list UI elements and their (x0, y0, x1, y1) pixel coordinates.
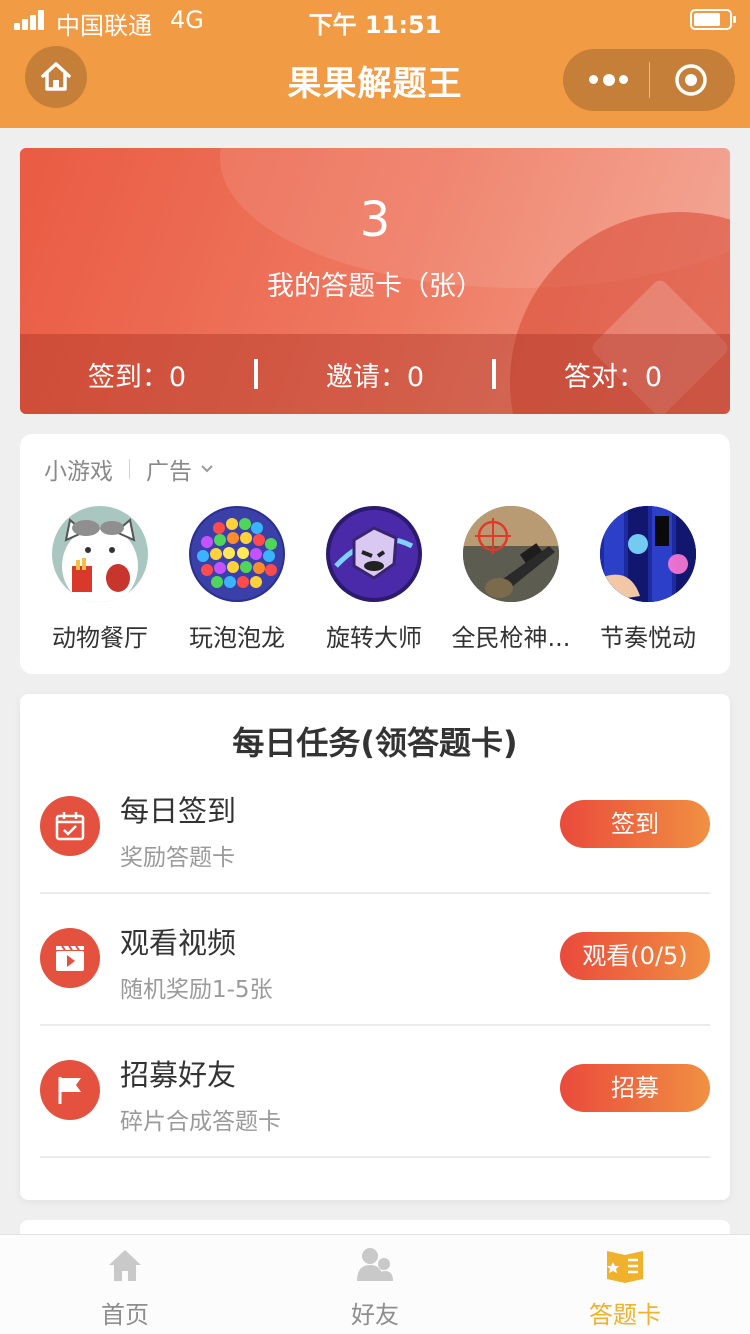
tab-friends[interactable]: 好友 (250, 1235, 500, 1334)
battery-icon (690, 9, 736, 30)
tab-label: 好友 (351, 1301, 399, 1329)
home-icon (109, 1250, 141, 1281)
game-item[interactable]: 玩泡泡龙 (172, 506, 302, 653)
target-icon[interactable] (674, 63, 708, 97)
video-icon (56, 945, 84, 971)
games-header: 小游戏 广告 (44, 452, 214, 486)
task-title: 观看视频 (120, 926, 237, 960)
daily-tasks-panel: 每日任务(领答题卡) 每日签到 奖励答题卡 签到 观看视频 随机奖励1-5张 观… (20, 694, 730, 1200)
game-name: 节奏悦动 (600, 624, 696, 652)
game-avatar-bubble-dragon (189, 506, 285, 602)
checkin-button[interactable]: 签到 (560, 800, 710, 848)
tab-label: 答题卡 (589, 1301, 661, 1329)
flag-icon (58, 1077, 81, 1104)
header-divider (129, 459, 130, 479)
tab-ads[interactable]: 广告 (146, 452, 192, 486)
game-item[interactable]: 全民枪神... (446, 506, 576, 653)
watch-video-button[interactable]: 观看(0/5) (560, 932, 710, 980)
task-row: 每日签到 奖励答题卡 签到 (40, 762, 710, 894)
chevron-down-icon[interactable] (200, 462, 214, 476)
game-name: 玩泡泡龙 (189, 624, 285, 652)
task-description: 奖励答题卡 (120, 845, 235, 871)
capsule-divider (649, 62, 650, 98)
friends-icon (357, 1248, 393, 1281)
task-icon-badge (40, 928, 100, 988)
task-icon-badge (40, 796, 100, 856)
game-name: 全民枪神... (451, 624, 571, 652)
daily-tasks-title: 每日任务(领答题卡) (232, 724, 518, 762)
tab-bar: 首页 好友 答题卡 (0, 1234, 750, 1334)
mini-games-panel: 小游戏 广告 动物餐厅 玩泡泡龙 旋转大师 全民枪神... 节奏悦动 (20, 434, 730, 674)
game-item[interactable]: 节奏悦动 (583, 506, 713, 653)
card-count: 3 (359, 192, 391, 248)
card-count-label: 我的答题卡（张） (267, 271, 483, 302)
more-icon[interactable] (589, 49, 649, 111)
game-name: 旋转大师 (326, 624, 422, 652)
stat-invite: 邀请：0 (325, 361, 425, 393)
game-avatar-gun-god (463, 506, 559, 602)
card-stats-row: 签到：0 邀请：0 答对：0 (20, 334, 730, 414)
card-book-icon (607, 1251, 643, 1283)
status-time: 下午 11:51 (308, 11, 442, 39)
recruit-button[interactable]: 招募 (560, 1064, 710, 1112)
miniprogram-capsule (563, 49, 735, 111)
task-icon-badge (40, 1060, 100, 1120)
game-name: 动物餐厅 (52, 624, 148, 652)
task-description: 碎片合成答题卡 (120, 1109, 281, 1135)
task-row: 招募好友 碎片合成答题卡 招募 (40, 1026, 710, 1158)
task-title: 每日签到 (120, 794, 237, 828)
tab-label: 首页 (101, 1301, 149, 1329)
top-bar: 中国联通 4G 下午 11:51 果果解题王 (0, 0, 750, 128)
tab-answer-card[interactable]: 答题卡 (500, 1235, 750, 1334)
stat-checkin: 签到：0 (87, 361, 187, 393)
game-item[interactable]: 动物餐厅 (35, 506, 165, 653)
task-description: 随机奖励1-5张 (120, 977, 273, 1003)
answer-card-summary: 3 我的答题卡（张） 签到：0 邀请：0 答对：0 (20, 148, 730, 414)
game-avatar-rhythm (600, 506, 696, 602)
tab-home[interactable]: 首页 (0, 1235, 250, 1334)
game-item[interactable]: 旋转大师 (309, 506, 439, 653)
status-bar: 中国联通 4G 下午 11:51 (0, 0, 750, 40)
task-row: 观看视频 随机奖励1-5张 观看(0/5) (40, 894, 710, 1026)
stat-correct: 答对：0 (563, 361, 663, 393)
game-avatar-animal-restaurant (52, 506, 148, 602)
task-title: 招募好友 (120, 1058, 237, 1092)
game-avatar-spin-master (326, 506, 422, 602)
calendar-icon (55, 812, 85, 841)
tab-mini-games[interactable]: 小游戏 (44, 452, 113, 486)
